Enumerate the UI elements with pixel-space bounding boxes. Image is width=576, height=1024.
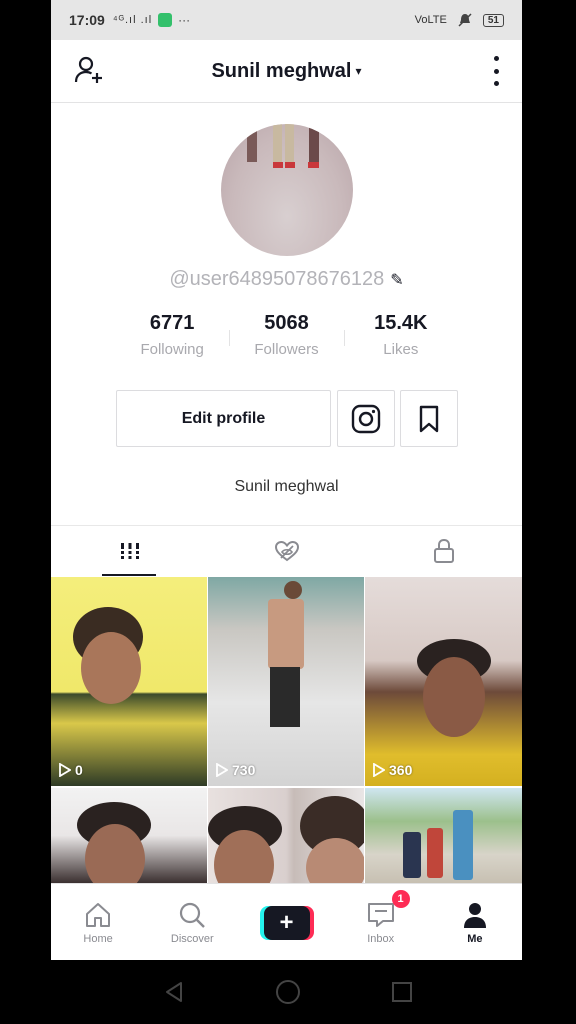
- phone-screen: 17:09 ⁴ᴳ.ıl .ıl ··· VoLTE 51 Sunil meghw…: [51, 0, 522, 960]
- video-thumbnail[interactable]: [365, 788, 522, 883]
- notification-app-icon: [158, 13, 173, 27]
- avatar-photo: [247, 124, 319, 168]
- video-thumbnail[interactable]: [51, 788, 207, 883]
- profile-header: Sunil meghwal ▾: [51, 40, 522, 103]
- nav-discover[interactable]: Discover: [145, 884, 239, 960]
- inbox-icon: [367, 902, 394, 927]
- video-views: 730: [216, 762, 255, 778]
- views-count: 360: [389, 762, 413, 778]
- nav-me[interactable]: Me: [428, 884, 522, 960]
- profile-bio: Sunil meghwal: [234, 478, 339, 495]
- search-icon: [180, 902, 206, 928]
- stat-likes[interactable]: 15.4K Likes: [343, 312, 458, 358]
- instagram-icon: [351, 404, 381, 433]
- views-count: 0: [75, 762, 83, 778]
- video-thumbnail[interactable]: [208, 788, 364, 883]
- instagram-button[interactable]: [337, 390, 395, 447]
- inbox-badge: 1: [391, 890, 410, 908]
- profile-stats: 6771 Following 5068 Followers 15.4K Like…: [115, 312, 458, 358]
- play-icon: [216, 763, 228, 777]
- lock-icon: [433, 538, 454, 563]
- stat-label: Likes: [383, 341, 419, 358]
- profile-icon: [463, 902, 486, 928]
- stat-following[interactable]: 6771 Following: [115, 312, 229, 358]
- edit-username-icon[interactable]: ✎: [390, 272, 403, 289]
- signal-indicator: ⁴ᴳ.ıl .ıl: [112, 14, 153, 26]
- video-grid: 0 730 360: [51, 577, 522, 883]
- home-circle-icon[interactable]: [275, 979, 301, 1005]
- video-thumbnail[interactable]: 730: [208, 577, 364, 786]
- page-title[interactable]: Sunil meghwal: [211, 60, 351, 83]
- video-views: 0: [59, 762, 83, 778]
- grid-icon: [119, 543, 140, 559]
- nav-label: Home: [83, 932, 113, 945]
- views-count: 730: [232, 762, 256, 778]
- tab-videos[interactable]: [51, 526, 208, 576]
- battery-indicator: 51: [482, 13, 504, 27]
- tab-private[interactable]: [365, 526, 522, 576]
- volte-indicator: VoLTE: [414, 14, 447, 26]
- play-icon: [59, 763, 71, 777]
- status-time: 17:09: [69, 12, 105, 28]
- mute-icon: [458, 13, 472, 27]
- stat-label: Following: [140, 341, 204, 358]
- recents-icon[interactable]: [391, 981, 413, 1003]
- back-icon[interactable]: [163, 980, 185, 1004]
- account-switch-caret-icon[interactable]: ▾: [356, 64, 362, 78]
- favorites-button[interactable]: [400, 390, 458, 447]
- stat-label: Followers: [254, 341, 319, 358]
- nav-label: Me: [467, 932, 483, 945]
- liked-hidden-icon: [274, 540, 299, 562]
- nav-inbox[interactable]: 1 Inbox: [334, 884, 428, 960]
- username-text: @user64895078676128: [169, 268, 385, 290]
- video-views: 360: [373, 762, 412, 778]
- tab-liked[interactable]: [208, 526, 365, 576]
- username: @user64895078676128 ✎: [51, 268, 522, 291]
- more-notifications-icon: ···: [178, 13, 191, 27]
- play-icon: [373, 763, 385, 777]
- create-plus-glyph: +: [263, 905, 310, 940]
- status-right: VoLTE 51: [415, 12, 504, 28]
- avatar[interactable]: [221, 124, 353, 256]
- create-plus-icon: +: [259, 905, 314, 940]
- stat-value: 5068: [264, 312, 309, 334]
- nav-create[interactable]: +: [239, 884, 333, 960]
- add-user-icon[interactable]: [73, 54, 105, 86]
- video-thumbnail[interactable]: 0: [51, 577, 207, 786]
- nav-home[interactable]: Home: [51, 884, 145, 960]
- bookmark-icon: [419, 405, 439, 432]
- stat-followers[interactable]: 5068 Followers: [229, 312, 343, 358]
- nav-label: Discover: [170, 932, 214, 945]
- bottom-nav: Home Discover + 1 Inbox Me: [51, 883, 522, 960]
- edit-profile-button[interactable]: Edit profile: [116, 390, 331, 447]
- content-tabs: [51, 525, 522, 576]
- video-thumbnail[interactable]: 360: [365, 577, 522, 786]
- nav-label: Inbox: [367, 932, 395, 945]
- more-vertical-icon[interactable]: [492, 56, 500, 86]
- stat-value: 6771: [149, 312, 195, 334]
- system-nav-bar: [0, 960, 576, 1024]
- stat-value: 15.4K: [374, 312, 428, 334]
- status-bar: 17:09 ⁴ᴳ.ıl .ıl ··· VoLTE 51: [51, 0, 522, 40]
- home-icon: [86, 902, 111, 927]
